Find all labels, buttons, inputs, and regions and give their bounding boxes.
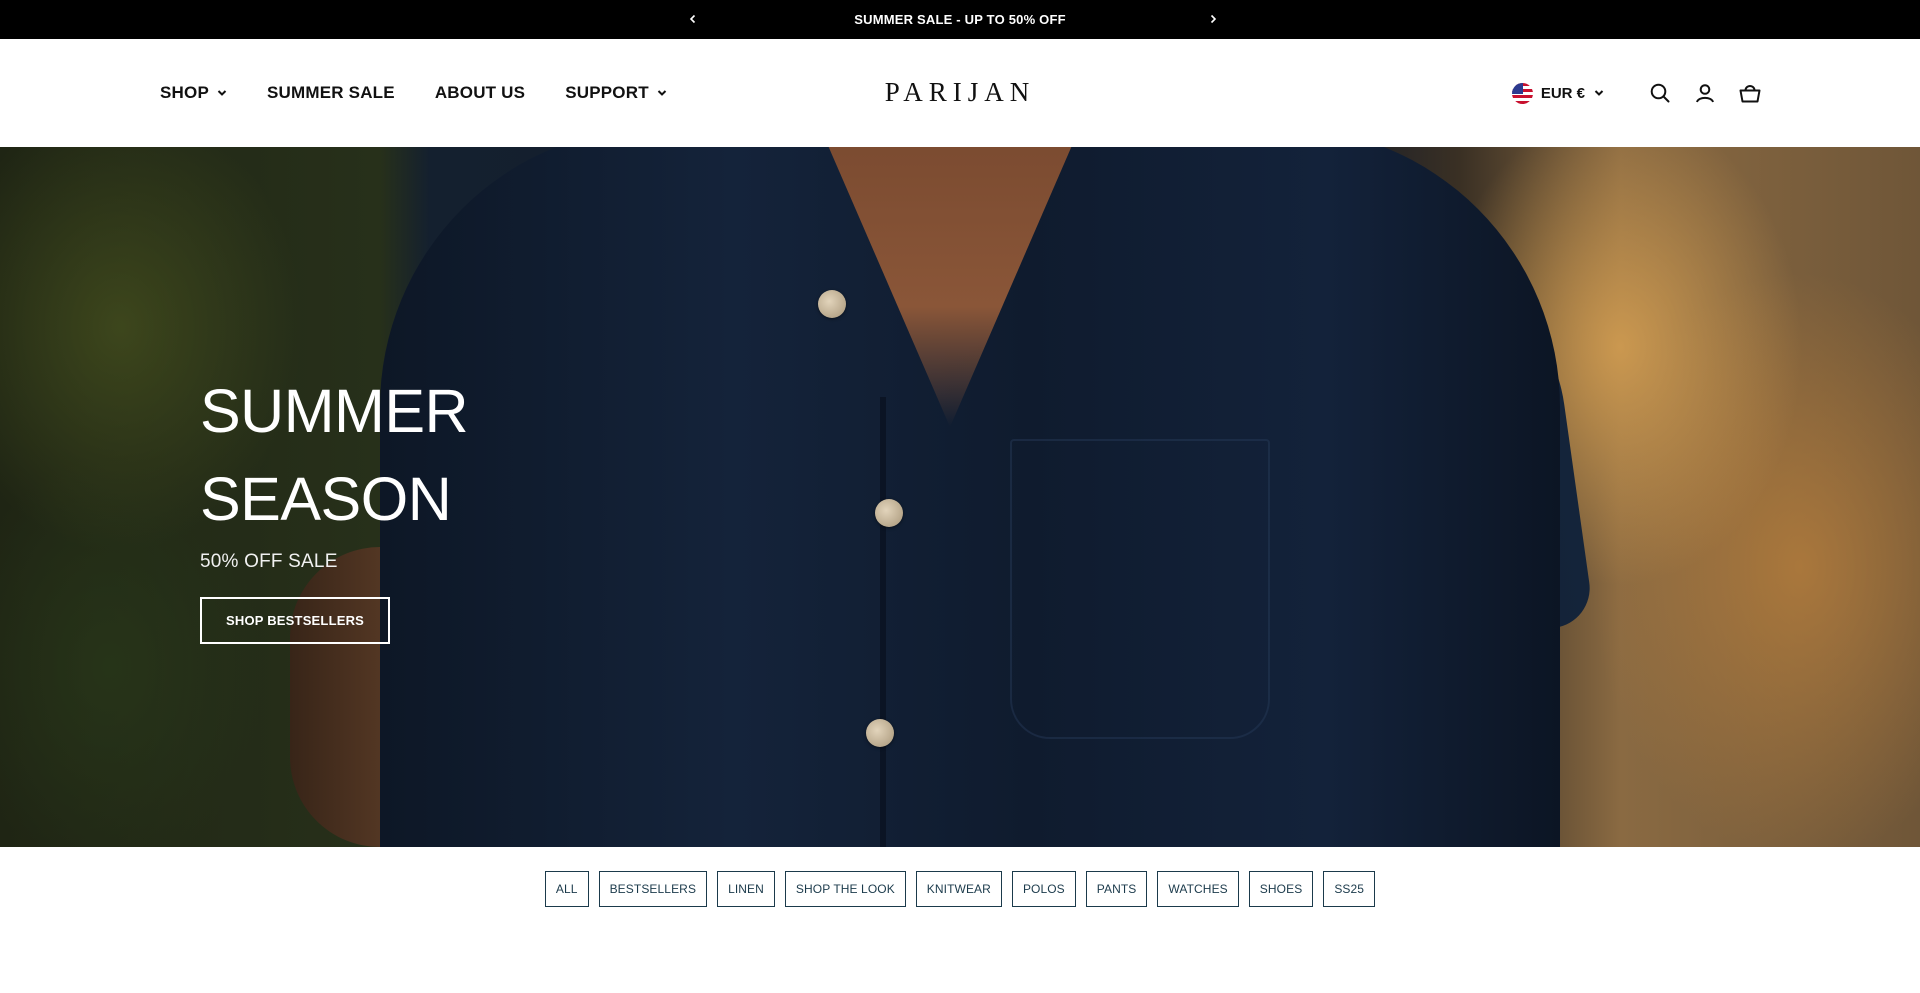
hero-image-placket: [880, 397, 886, 847]
hero-title-line: SEASON: [200, 465, 452, 533]
filter-tab-polos[interactable]: POLOS: [1011, 871, 1076, 907]
cart-icon[interactable]: [1737, 80, 1763, 106]
hero-image-pocket: [1010, 439, 1270, 739]
currency-selector[interactable]: EUR €: [1511, 82, 1604, 104]
us-flag-icon: [1511, 82, 1533, 104]
search-icon[interactable]: [1647, 80, 1673, 106]
filter-tab-all[interactable]: ALL: [544, 871, 589, 907]
filter-tab-shop-the-look[interactable]: SHOP THE LOOK: [784, 871, 906, 907]
hero-title: SUMMER SEASON: [200, 367, 469, 543]
filter-tab-linen[interactable]: LINEN: [717, 871, 775, 907]
hero-content: SUMMER SEASON 50% OFF SALE SHOP BESTSELL…: [200, 367, 469, 644]
announcement-text: SUMMER SALE - UP TO 50% OFF: [854, 12, 1066, 27]
shop-bestsellers-button[interactable]: SHOP BESTSELLERS: [200, 597, 391, 644]
hero-image-button: [818, 290, 846, 318]
chevron-right-icon[interactable]: [1203, 9, 1223, 29]
hero-image-button: [866, 719, 894, 747]
filter-tab-shoes[interactable]: SHOES: [1248, 871, 1314, 907]
chevron-down-icon: [1594, 89, 1604, 97]
hero-image-button: [875, 499, 903, 527]
filter-tab-watches[interactable]: WATCHES: [1157, 871, 1239, 907]
hero-subtitle: 50% OFF SALE: [200, 551, 338, 572]
site-header: SHOP SUMMER SALE ABOUT US SUPPORT PARIJA…: [0, 39, 1920, 147]
filter-tab-knitwear[interactable]: KNITWEAR: [915, 871, 1002, 907]
filter-tab-bestsellers[interactable]: BESTSELLERS: [598, 871, 708, 907]
filter-tab-ss25[interactable]: SS25: [1323, 871, 1376, 907]
currency-label: EUR €: [1540, 84, 1585, 102]
header-tools: EUR €: [1511, 39, 1763, 147]
hero-banner: SUMMER SEASON 50% OFF SALE SHOP BESTSELL…: [0, 147, 1920, 847]
announcement-bar: SUMMER SALE - UP TO 50% OFF: [0, 0, 1920, 39]
account-icon[interactable]: [1692, 80, 1718, 106]
filter-tab-pants[interactable]: PANTS: [1085, 871, 1148, 907]
hero-title-line: SUMMER: [200, 377, 469, 445]
collection-filter-tabs: ALL BESTSELLERS LINEN SHOP THE LOOK KNIT…: [0, 871, 1920, 907]
